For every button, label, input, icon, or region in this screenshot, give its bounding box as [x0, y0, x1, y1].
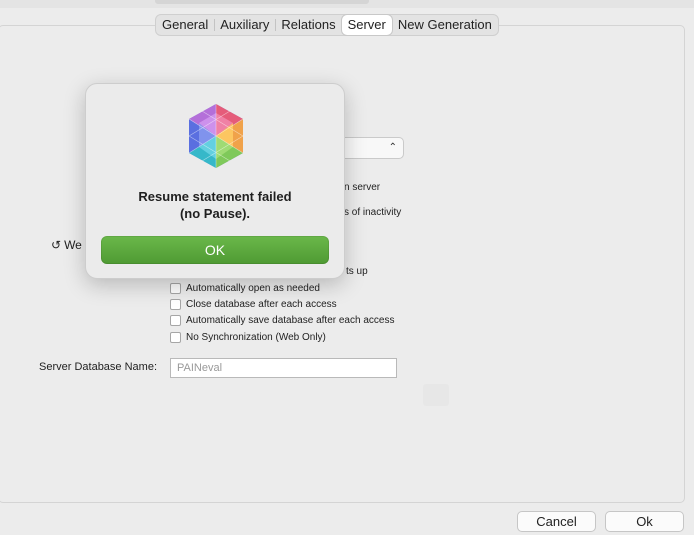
- window-top-strip: [0, 0, 694, 8]
- checkbox[interactable]: [170, 314, 181, 326]
- faint-background-element: [423, 384, 449, 406]
- checkbox-auto-save[interactable]: Automatically save database after each a…: [170, 313, 394, 327]
- inactivity-option-label-fragment: s of inactivity: [344, 207, 402, 218]
- checkbox-close-after-access[interactable]: Close database after each access: [170, 297, 337, 311]
- title-bar-tab-hint: [155, 0, 369, 4]
- cancel-button[interactable]: Cancel: [517, 511, 596, 532]
- tab-server[interactable]: Server: [341, 15, 392, 35]
- tab-relations[interactable]: Relations: [275, 15, 341, 35]
- alert-ok-button[interactable]: OK: [101, 236, 329, 264]
- checkbox-label: Close database after each access: [186, 298, 337, 310]
- alert-message: Resume statement failed (no Pause).: [86, 188, 344, 222]
- checkbox-auto-open[interactable]: Automatically open as needed: [170, 281, 320, 295]
- checkbox[interactable]: [170, 282, 181, 294]
- checkbox-label: No Synchronization (Web Only): [186, 331, 326, 343]
- chevron-up-down-icon: ⌃: [388, 142, 397, 153]
- alert-dialog: Resume statement failed (no Pause). OK: [85, 83, 345, 279]
- reload-web-label: We: [64, 238, 82, 252]
- settings-tab-bar: General Auxiliary Relations Server New G…: [155, 14, 499, 36]
- reload-icon: ↺: [51, 238, 62, 252]
- alert-message-line: (no Pause).: [179, 206, 251, 221]
- checkbox-label: Automatically open as needed: [186, 282, 320, 294]
- server-option-label-fragment: n server: [344, 182, 381, 193]
- tab-new-generation[interactable]: New Generation: [392, 15, 498, 35]
- alert-message-line: Resume statement failed: [138, 189, 292, 204]
- checkbox[interactable]: [170, 298, 181, 310]
- checkbox-no-sync[interactable]: No Synchronization (Web Only): [170, 330, 326, 344]
- tab-general[interactable]: General: [156, 15, 214, 35]
- server-db-name-input[interactable]: [170, 358, 397, 378]
- reload-web-button[interactable]: ↺ We: [51, 238, 82, 252]
- checkbox-label: Automatically save database after each a…: [186, 314, 395, 326]
- server-db-name-label: Server Database Name:: [39, 361, 157, 373]
- startup-option-label-fragment: ts up: [346, 266, 368, 277]
- ok-button[interactable]: Ok: [605, 511, 684, 532]
- multicolor-hexagon-app-icon: [188, 104, 244, 168]
- checkbox[interactable]: [170, 331, 181, 343]
- server-popup-select[interactable]: ⌃: [337, 137, 404, 159]
- tab-auxiliary[interactable]: Auxiliary: [214, 15, 275, 35]
